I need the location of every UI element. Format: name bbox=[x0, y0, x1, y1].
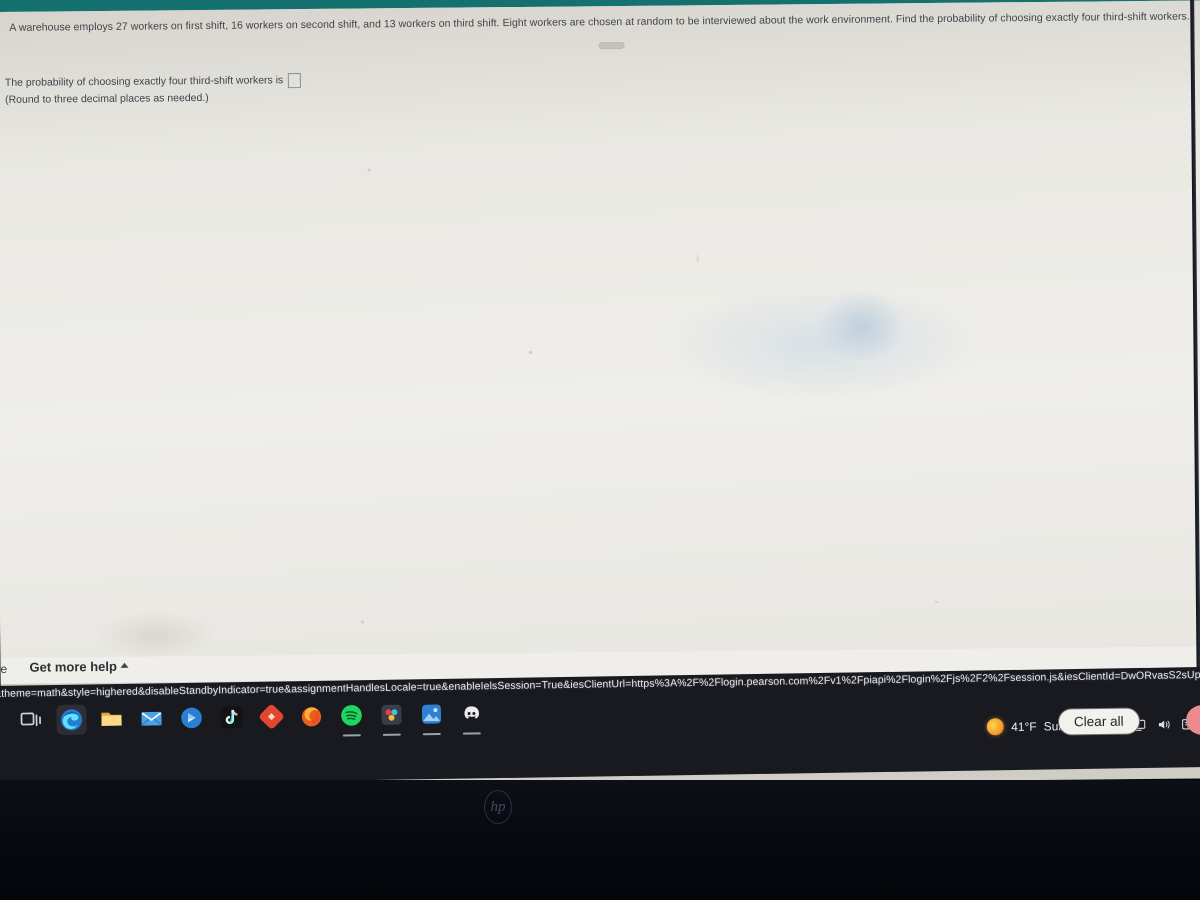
taskbar-item-start[interactable] bbox=[0, 706, 7, 736]
taskbar-item-file-explorer[interactable] bbox=[96, 704, 126, 734]
discord-icon bbox=[464, 706, 479, 719]
taskbar-item-task-view[interactable] bbox=[16, 705, 46, 735]
laptop-screen-photo: Points: 0 of 1 A warehouse employs 27 wo… bbox=[0, 0, 1200, 900]
rounding-hint: (Round to three decimal places as needed… bbox=[4, 91, 209, 106]
hp-logo: hp bbox=[484, 790, 512, 824]
screen-glare-blob bbox=[656, 282, 989, 406]
tiktok-icon bbox=[220, 706, 243, 729]
taskbar-item-colorful-app[interactable] bbox=[376, 700, 406, 736]
taskbar-item-mail[interactable] bbox=[136, 703, 166, 733]
question-text: A warehouse employs 27 workers on first … bbox=[9, 10, 1190, 34]
clear-all-button[interactable]: Clear all bbox=[1057, 707, 1140, 736]
taskbar-item-red-diamond-app[interactable] bbox=[256, 701, 286, 731]
question-sheet: A warehouse employs 27 workers on first … bbox=[0, 0, 1200, 672]
red-diamond-app-icon bbox=[259, 704, 284, 729]
get-more-help-button[interactable]: Get more help bbox=[29, 659, 129, 675]
answer-area: The probability of choosing exactly four… bbox=[5, 73, 302, 107]
running-indicator bbox=[382, 733, 401, 736]
answer-input[interactable] bbox=[288, 73, 302, 89]
file-explorer-icon bbox=[101, 712, 122, 726]
partial-left-glyph: e bbox=[0, 661, 8, 676]
onedrive-icon bbox=[181, 707, 202, 729]
taskbar-item-microsoft-edge[interactable] bbox=[56, 704, 87, 736]
running-indicator bbox=[342, 734, 361, 737]
sun-icon bbox=[987, 718, 1005, 736]
weather-temperature: 41°F bbox=[1011, 719, 1037, 734]
answer-prompt-label: The probability of choosing exactly four… bbox=[4, 74, 284, 90]
taskbar-item-photos[interactable] bbox=[416, 699, 446, 736]
microsoft-edge-icon bbox=[61, 709, 83, 731]
section-divider-handle[interactable] bbox=[598, 41, 625, 50]
taskbar-item-discord[interactable] bbox=[456, 698, 486, 735]
taskbar-app-list bbox=[0, 698, 487, 737]
taskbar-item-onedrive[interactable] bbox=[176, 703, 206, 733]
mail-icon bbox=[141, 711, 163, 726]
taskbar-item-firefox[interactable] bbox=[296, 701, 326, 731]
screen-glare-blob bbox=[94, 609, 216, 662]
taskbar-item-spotify[interactable] bbox=[336, 700, 366, 737]
task-view-icon bbox=[20, 712, 41, 727]
running-indicator bbox=[422, 732, 441, 736]
taskbar-item-tiktok[interactable] bbox=[216, 702, 246, 732]
caret-up-icon bbox=[120, 662, 129, 668]
screen-glare-blob bbox=[816, 288, 908, 365]
laptop-bezel bbox=[0, 780, 1200, 900]
get-more-help-label: Get more help bbox=[29, 658, 117, 675]
running-indicator bbox=[462, 732, 481, 735]
windows-taskbar: n&theme=math&style=highered&disableStand… bbox=[0, 666, 1200, 786]
volume-icon[interactable] bbox=[1156, 716, 1173, 732]
photos-icon bbox=[421, 704, 442, 724]
colorful-app-icon bbox=[381, 704, 402, 725]
firefox-icon bbox=[301, 707, 322, 727]
spotify-icon bbox=[341, 705, 362, 726]
